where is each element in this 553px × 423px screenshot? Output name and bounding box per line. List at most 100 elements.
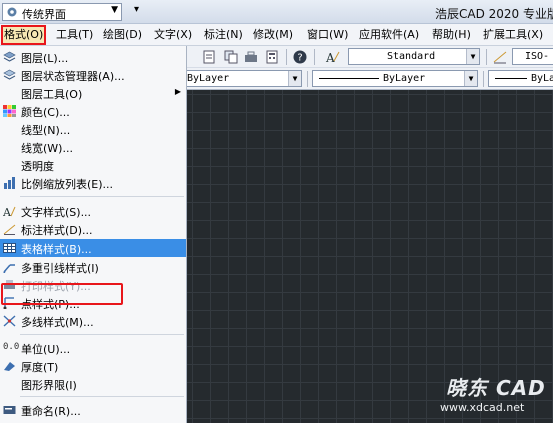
linetype-preview [319,78,379,79]
menu-item-linetype[interactable]: 线型(N)... [0,120,186,138]
menu-item-label: 多线样式(M)... [21,316,94,329]
copy-icon[interactable] [223,49,239,65]
menu-separator [20,196,184,197]
menu-item-label: 表格样式(B)... [21,243,92,256]
menu-item-label: 图层状态管理器(A)... [21,70,125,83]
menu-tools[interactable]: 工具(T) [56,27,93,43]
menu-item-layer[interactable]: 图层(L)... [0,48,186,66]
menu-item-color[interactable]: 颜色(C)... [0,102,186,120]
menu-item-drawing-limits[interactable]: 图形界限(I) [0,375,186,393]
layer-state-icon [3,69,16,80]
menu-item-mline-style[interactable]: 多线样式(M)... [0,312,186,330]
menu-item-layer-tools[interactable]: 图层工具(O) ▶ [0,84,186,102]
menu-item-label: 比例缩放列表(E)... [21,178,114,191]
chevron-down-icon[interactable]: ▼ [464,71,477,86]
help-icon[interactable]: ? [292,49,308,65]
menu-draw[interactable]: 绘图(D) [103,27,142,43]
toolbar-separator [307,71,308,87]
svg-text:A: A [3,206,12,217]
app-window: 传统界面 ▼ ▾ 浩辰CAD 2020 专业版 格式(O) 工具(T) 绘图(D… [0,0,553,423]
chevron-down-icon[interactable]: ▼ [288,71,301,86]
calculator-icon[interactable] [264,49,280,65]
submenu-arrow-icon: ▶ [174,87,181,96]
text-style-icon: A [3,206,16,217]
text-style-icon[interactable]: A [324,49,340,65]
lineweight-combo[interactable]: ByLa [488,70,553,87]
menu-bar: 格式(O) 工具(T) 绘图(D) 文字(X) 标注(N) 修改(M) 窗口(W… [0,24,553,46]
properties-toolbar: ByLayer ▼ ByLayer ▼ ByLa [184,68,553,90]
text-style-combo[interactable]: Standard ▼ [348,48,480,65]
menu-item-label: 图层工具(O) [21,88,83,101]
toolbar-separator [486,49,487,65]
menu-item-lineweight[interactable]: 线宽(W)... [0,138,186,156]
menu-item-label: 线宽(W)... [21,142,73,155]
menu-item-table-style[interactable]: 表格样式(B)... [0,239,186,257]
workspace-combo[interactable]: 传统界面 ▼ [2,3,122,21]
table-style-icon [3,243,16,253]
menu-item-label: 文字样式(S)... [21,206,92,219]
gear-icon [7,7,17,17]
linetype-value: ByLayer [383,73,426,84]
layer-combo[interactable]: ByLayer ▼ [184,70,302,87]
format-menu: 图层(L)... 图层状态管理器(A)... 图层工具(O) ▶ 颜色(C)..… [0,46,187,423]
toolbar-separator [314,49,315,65]
rename-icon [3,406,16,414]
title-bar: 传统界面 ▼ ▾ 浩辰CAD 2020 专业版 [0,0,553,24]
menu-separator [20,396,184,397]
dim-style-combo[interactable]: ISO- [512,48,553,65]
text-style-value: Standard [387,51,436,62]
menu-item-scale-list[interactable]: 比例缩放列表(E)... [0,174,186,192]
toolbar-separator [483,71,484,87]
menu-item-label: 单位(U)... [21,343,71,356]
dim-style-value: ISO- [525,51,550,62]
thickness-icon [4,362,15,371]
menu-help[interactable]: 帮助(H) [432,27,471,43]
mline-style-icon [3,315,16,327]
menu-format[interactable]: 格式(O) [1,25,47,45]
menu-item-label: 透明度 [21,160,54,173]
chevron-down-icon[interactable]: ▼ [111,5,118,15]
menu-item-rename[interactable]: 重命名(R)... [0,401,186,419]
layer-value: ByLayer [187,73,230,84]
menu-item-label: 图层(L)... [21,52,69,65]
menu-item-text-style[interactable]: A 文字样式(S)... [0,202,186,220]
menu-item-mleader-style[interactable]: 多重引线样式(I) [0,258,186,276]
svg-text:A: A [325,51,335,65]
lineweight-preview [495,78,527,79]
toolbar-separator [286,49,287,65]
toolbox-icon[interactable] [243,49,259,65]
quick-access-menu-icon[interactable]: ▾ [134,4,139,15]
menu-window[interactable]: 窗口(W) [307,27,348,43]
dim-style-icon [3,224,16,235]
layer-icon [3,51,16,62]
menu-item-label: 多重引线样式(I) [21,262,99,275]
units-icon: 0.0 [3,342,20,352]
menu-item-units[interactable]: 0.0 单位(U)... [0,339,186,357]
print-icon[interactable] [201,49,217,65]
menu-item-label: 标注样式(D)... [21,224,93,237]
linetype-combo[interactable]: ByLayer ▼ [312,70,478,87]
menu-applications[interactable]: 应用软件(A) [359,27,419,43]
menu-item-label: 线型(N)... [21,124,71,137]
mleader-style-icon [3,264,15,273]
color-palette-icon [3,105,16,117]
menu-item-label: 厚度(T) [21,361,59,374]
lineweight-value: ByLa [531,73,553,84]
annotation-highlight-box [1,283,123,305]
menu-text[interactable]: 文字(X) [154,27,192,43]
chevron-down-icon[interactable]: ▼ [466,49,479,64]
workspace-label: 传统界面 [22,8,66,21]
styles-toolbar: ? A Standard ▼ ISO- [186,46,553,68]
menu-item-label: 颜色(C)... [21,106,70,119]
menu-dimension[interactable]: 标注(N) [204,27,243,43]
menu-extend-tools[interactable]: 扩展工具(X) [483,27,543,43]
menu-item-label: 重命名(R)... [21,405,81,418]
menu-item-layer-state[interactable]: 图层状态管理器(A)... [0,66,186,84]
menu-item-thickness[interactable]: 厚度(T) [0,357,186,375]
watermark-url: www.xdcad.net [440,401,525,414]
menu-item-dim-style[interactable]: 标注样式(D)... [0,220,186,238]
menu-separator [20,334,184,335]
menu-modify[interactable]: 修改(M) [253,27,293,43]
dim-style-icon[interactable] [492,49,508,65]
menu-item-transparency[interactable]: 透明度 [0,156,186,174]
